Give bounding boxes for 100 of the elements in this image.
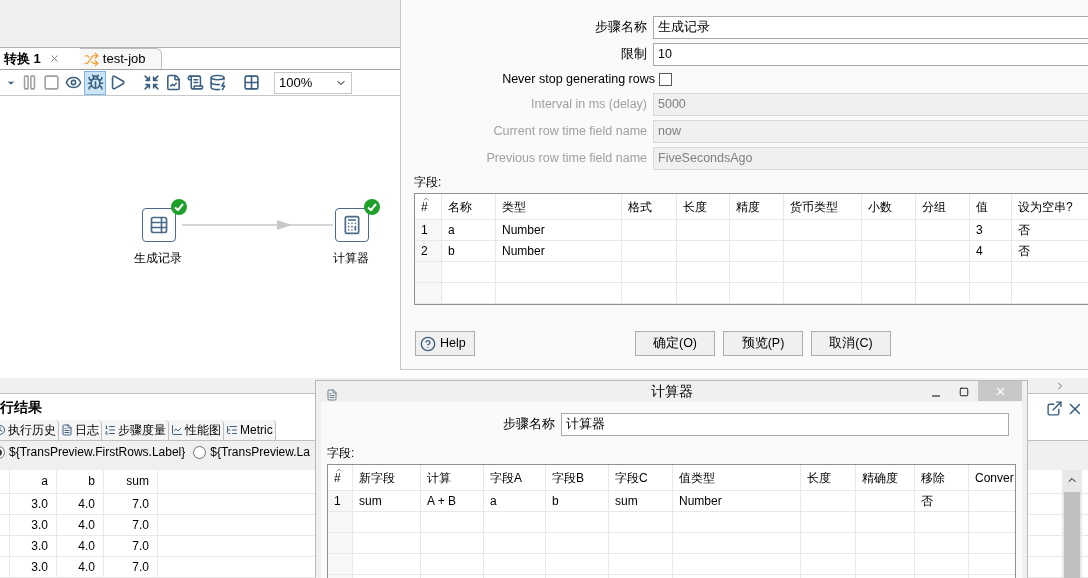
window-title: 计算器 (650, 382, 693, 401)
section-label: 字段: (414, 174, 443, 191)
column-header: Conver (969, 465, 1015, 490)
field-label: 步骤名称 (502, 415, 556, 433)
step-label: 生成记录 (134, 250, 182, 267)
table-cell: Number (496, 220, 622, 240)
dialog-button[interactable]: 预览(P) (723, 331, 803, 356)
table-cell: 3.0 (10, 536, 57, 556)
text-field[interactable]: 生成记录 (653, 16, 1088, 39)
table-cell: 7.0 (104, 557, 158, 577)
scrollbar[interactable] (1062, 470, 1082, 578)
table-cell: Number (673, 491, 801, 511)
table-cell: b (442, 241, 496, 261)
toolbar-button[interactable] (84, 70, 106, 95)
table-cell: 否 (1012, 220, 1088, 240)
script-icon (186, 74, 204, 91)
column-header: 类型 (496, 194, 622, 219)
results-tab[interactable]: 日志 (59, 420, 102, 441)
table-gear-icon (149, 215, 169, 235)
column-header: sum (104, 470, 158, 493)
text-field[interactable]: 计算器 (561, 412, 1009, 436)
checkbox-label: Never stop generating rows (501, 71, 656, 89)
checkbox[interactable] (659, 73, 672, 86)
close-tab-icon[interactable] (48, 53, 60, 64)
table-cell: 4.0 (57, 536, 104, 556)
column-header: 精度 (730, 194, 784, 219)
table-cell: b (546, 491, 609, 511)
column-header: 货币类型 (784, 194, 862, 219)
table-cell: 3 (970, 220, 1012, 240)
arrows-icon (142, 74, 160, 91)
maximize-icon[interactable] (959, 387, 969, 397)
tree-icon (226, 424, 238, 437)
results-tab[interactable]: Metric (224, 420, 276, 441)
field-label: Previous row time field name (485, 150, 648, 168)
editor-tab[interactable]: test-job (79, 48, 163, 69)
table-cell: 7.0 (104, 536, 158, 556)
column-header: 分组 (916, 194, 970, 219)
table-cell: 2 (415, 241, 442, 261)
calculator-icon (342, 215, 362, 235)
column-header: # (328, 465, 353, 490)
column-header: 字段B (546, 465, 609, 490)
external-link-icon[interactable] (1046, 400, 1063, 417)
column-header: 字段A (484, 465, 546, 490)
results-tab[interactable]: 步骤度量 (102, 420, 169, 441)
table-cell: 7.0 (104, 494, 158, 514)
step-node[interactable] (142, 208, 176, 242)
column-header: 格式 (622, 194, 677, 219)
table-cell: 3.0 (10, 494, 57, 514)
step-node[interactable] (335, 208, 369, 242)
column-header: # (415, 194, 442, 219)
sort-icon (422, 195, 430, 203)
field-label: 限制 (620, 46, 648, 64)
column-header: 设为空串? (1012, 194, 1088, 219)
window-icon (326, 389, 338, 401)
column-header: 值类型 (673, 465, 801, 490)
step-label: 计算器 (333, 250, 369, 267)
table-cell: 4 (970, 241, 1012, 261)
table-cell: 3.0 (10, 515, 57, 535)
field-label: 步骤名称 (594, 19, 648, 37)
text-field[interactable]: 10 (653, 43, 1088, 66)
column-header: 名称 (442, 194, 496, 219)
numbered-list-icon (104, 424, 116, 437)
table-cell: a (442, 220, 496, 240)
document-icon (61, 424, 73, 437)
table-cell: sum (609, 491, 673, 511)
table-cell: Number (496, 241, 622, 261)
grid-icon (242, 74, 260, 91)
line-chart-icon (171, 424, 183, 437)
bug-icon (86, 74, 104, 91)
table-cell: 1 (415, 220, 442, 240)
help-icon (420, 335, 436, 352)
table-cell: 否 (915, 491, 969, 511)
radio-button[interactable] (193, 445, 207, 459)
table-cell: 4.0 (57, 557, 104, 577)
section-label: 字段: (327, 445, 356, 462)
field-label: Current row time field name (492, 123, 648, 141)
chart-file-icon (164, 74, 182, 91)
results-tab[interactable]: 执行历史 (0, 420, 59, 441)
column-header: 长度 (801, 465, 856, 490)
dialog-button[interactable]: 确定(O) (635, 331, 715, 356)
column-header: a (10, 470, 57, 493)
sort-icon (335, 466, 343, 474)
zoom-select[interactable]: 100% (274, 71, 352, 94)
column-header: 移除 (915, 465, 969, 490)
eye-icon (64, 74, 82, 91)
field-label: Interval in ms (delay) (530, 96, 648, 114)
dialog-button[interactable]: 取消(C) (811, 331, 891, 356)
table-cell: 7.0 (104, 515, 158, 535)
table-cell: 4.0 (57, 515, 104, 535)
table-cell: A + B (421, 491, 484, 511)
table-cell: a (484, 491, 546, 511)
table-cell: sum (353, 491, 421, 511)
results-tab[interactable]: 性能图 (169, 420, 224, 441)
table-cell: 3.0 (10, 557, 57, 577)
column-header: 新字段 (353, 465, 421, 490)
panel-title: 行结果 (0, 397, 42, 417)
column-header: 字段C (609, 465, 673, 490)
table-cell: 4.0 (57, 494, 104, 514)
radio-label: ${TransPreview.FirstRows.Label} (9, 444, 186, 462)
help-button[interactable]: Help (415, 331, 475, 356)
